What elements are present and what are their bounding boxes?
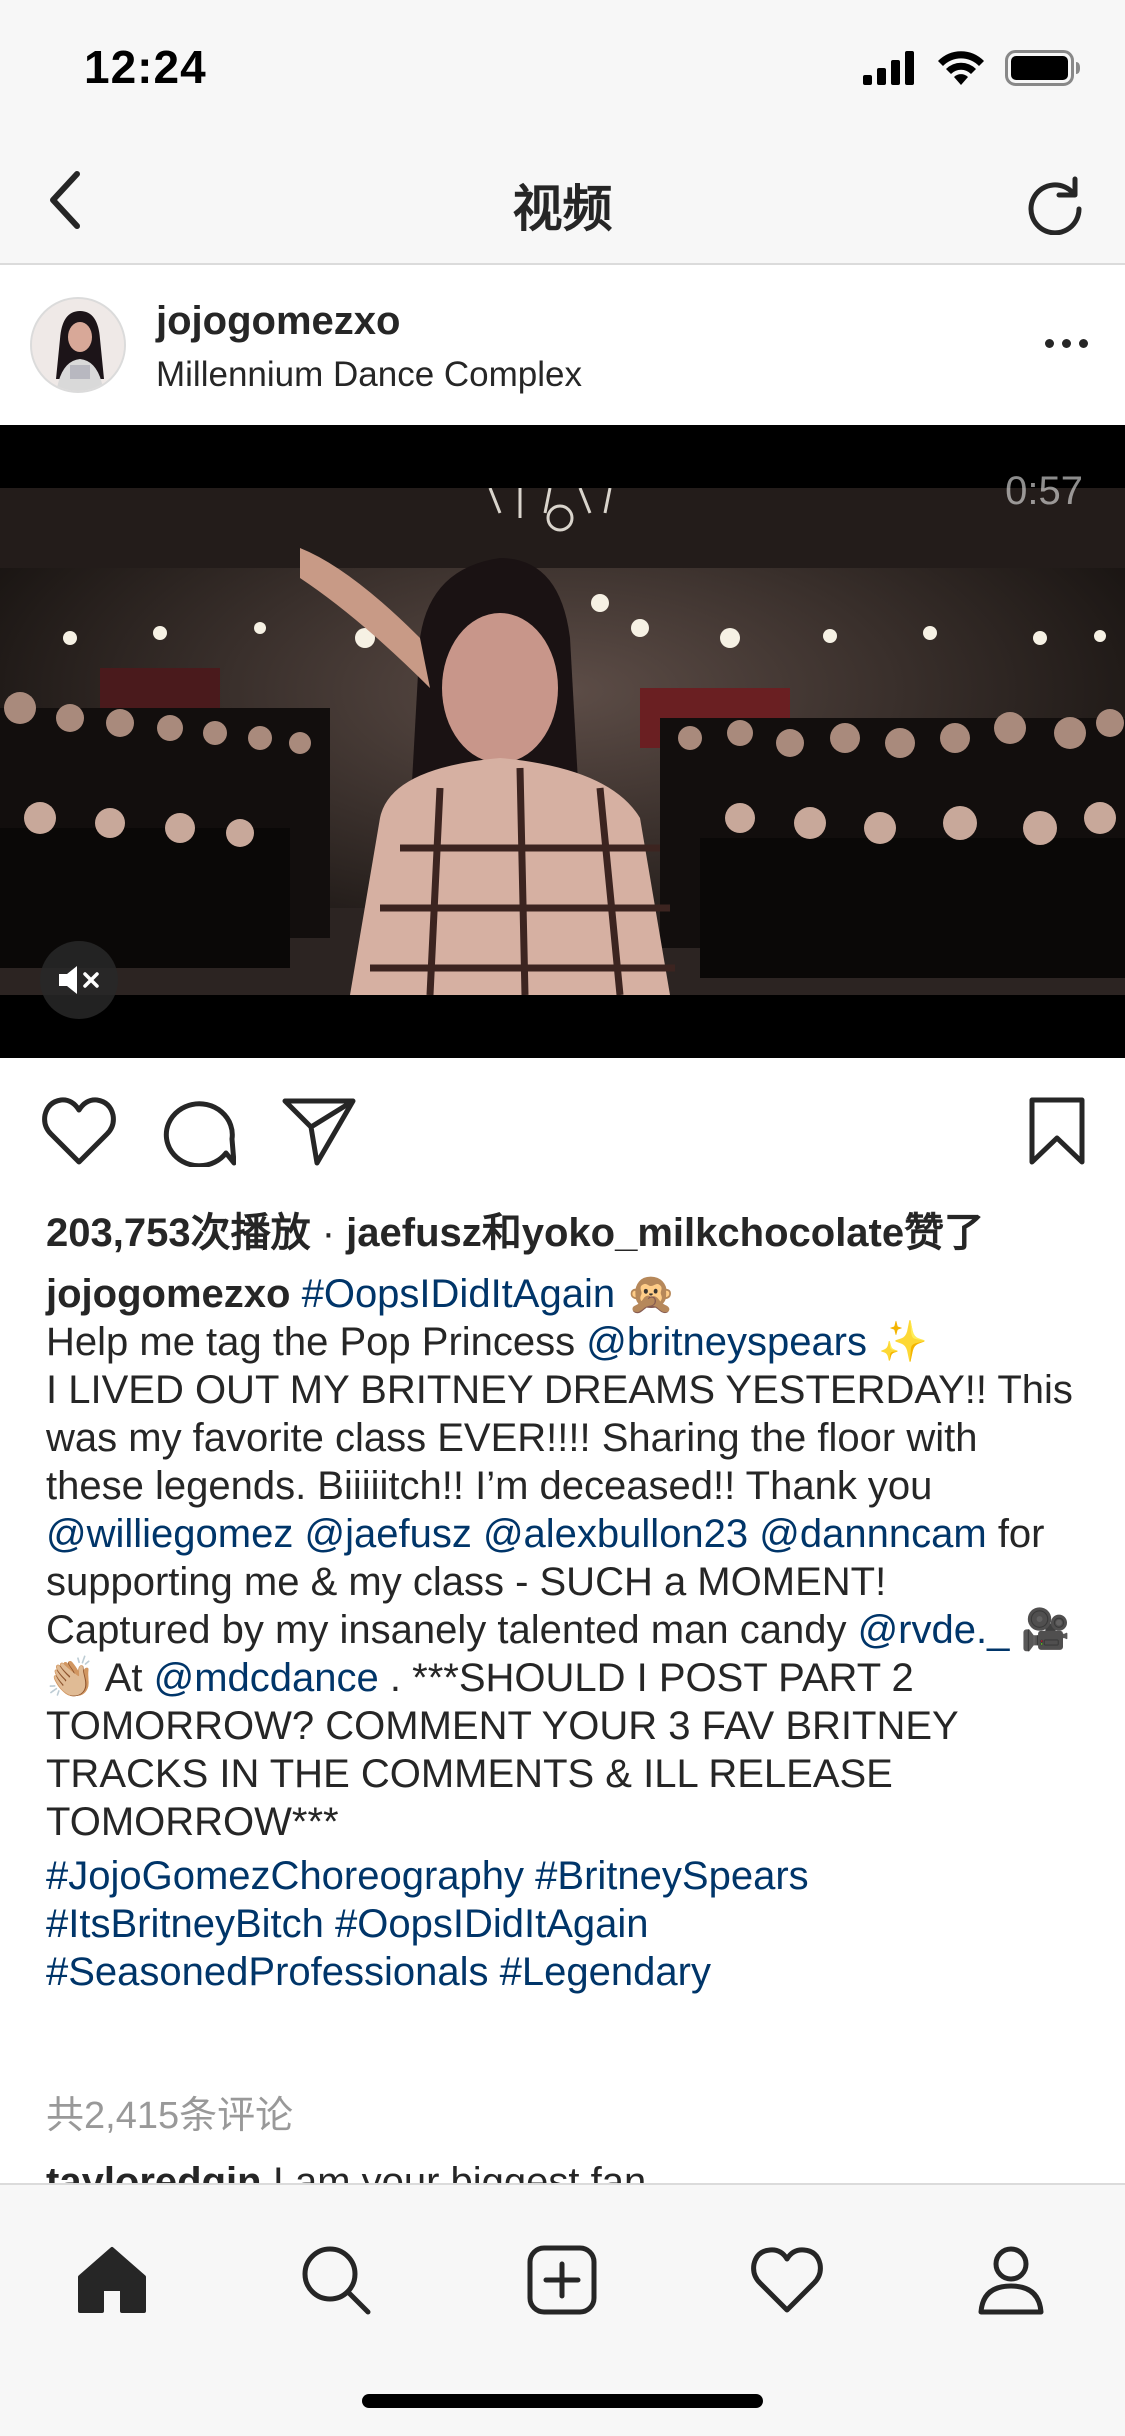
nav-bar: 视频	[0, 135, 1125, 265]
more-dot-icon	[1078, 338, 1088, 348]
post-location[interactable]: Millennium Dance Complex	[156, 355, 582, 395]
caption-author[interactable]: jojogomezxo	[46, 1272, 290, 1316]
heart-icon	[42, 1097, 116, 1165]
caption-line: jojogomezxo #OopsIDidItAgain 🙊	[46, 1270, 1086, 1318]
mention-link[interactable]: @alexbullon23	[483, 1512, 748, 1556]
search-icon	[302, 2246, 371, 2315]
activity-heart-icon	[751, 2247, 823, 2313]
post-actions	[0, 1090, 1125, 1172]
mute-toggle-button[interactable]	[40, 941, 118, 1019]
video-still-image	[0, 488, 1125, 995]
tab-home[interactable]	[67, 2235, 157, 2325]
post-header: jojogomezxo Millennium Dance Complex	[0, 267, 1125, 425]
views-and-likes: 203,753次播放 · jaefusz和yoko_milkchocolate赞…	[46, 1200, 984, 1258]
avatar[interactable]	[30, 297, 126, 393]
post-username[interactable]: jojogomezxo	[156, 299, 400, 344]
tab-new-post[interactable]	[517, 2235, 607, 2325]
refresh-button[interactable]	[1015, 165, 1095, 245]
more-options-button[interactable]	[1031, 313, 1101, 373]
and-text: 和	[481, 1211, 522, 1255]
liked-by-user-link[interactable]: yoko_milkchocolate	[522, 1211, 904, 1255]
caption-text: At	[95, 1656, 154, 1700]
share-button[interactable]	[278, 1090, 360, 1172]
tab-activity[interactable]	[742, 2235, 832, 2325]
liked-suffix: 赞了	[904, 1211, 985, 1255]
home-icon	[78, 2247, 146, 2313]
hashtag-link[interactable]: #JojoGomezChoreography	[46, 1854, 524, 1898]
post-caption: jojogomezxo #OopsIDidItAgain 🙊 Help me t…	[46, 1270, 1086, 1996]
hashtag-link[interactable]: #Legendary	[500, 1950, 711, 1994]
mention-link[interactable]: @rvde._	[858, 1608, 1010, 1652]
caption-text: I LIVED OUT MY BRITNEY DREAMS YESTERDAY!…	[46, 1368, 1073, 1508]
mention-link[interactable]: @dannncam	[759, 1512, 986, 1556]
signal-icon	[863, 51, 914, 85]
status-icons	[863, 50, 1081, 86]
status-time: 12:24	[84, 41, 207, 93]
refresh-icon	[1028, 176, 1082, 235]
avatar-image	[32, 299, 124, 391]
tab-profile[interactable]	[966, 2235, 1056, 2325]
bookmark-icon	[1029, 1097, 1085, 1165]
mention-link[interactable]: @britneyspears	[586, 1320, 867, 1364]
more-dot-icon	[1061, 338, 1071, 348]
hashtag-link[interactable]: #SeasonedProfessionals	[46, 1950, 489, 1994]
more-dot-icon	[1044, 338, 1054, 348]
caption-paragraph: Captured by my insanely talented man can…	[46, 1606, 1086, 1846]
speaker-muted-icon	[59, 966, 99, 994]
emoji: 🙊	[626, 1272, 677, 1316]
liked-by-user-link[interactable]: jaefusz	[346, 1211, 482, 1255]
emoji: ✨	[878, 1320, 928, 1364]
like-button[interactable]	[38, 1090, 120, 1172]
comment-button[interactable]	[158, 1090, 240, 1172]
profile-icon	[978, 2246, 1044, 2315]
battery-icon	[1005, 50, 1080, 86]
wifi-icon	[938, 51, 984, 85]
hashtag-link[interactable]: #OopsIDidItAgain	[302, 1272, 616, 1316]
mention-link[interactable]: @mdcdance	[154, 1656, 379, 1700]
hashtag-link[interactable]: #OopsIDidItAgain	[335, 1902, 649, 1946]
caption-text: Captured by my insanely talented man can…	[46, 1608, 858, 1652]
status-bar: 12:24	[0, 0, 1125, 135]
view-all-comments-link[interactable]: 共2,415条评论	[46, 2084, 293, 2139]
mention-link[interactable]: @jaefusz	[304, 1512, 471, 1556]
page-title: 视频	[512, 181, 613, 237]
add-post-icon	[527, 2245, 597, 2315]
hashtag-link[interactable]: #BritneySpears	[535, 1854, 808, 1898]
hashtag-link[interactable]: #ItsBritneyBitch	[46, 1902, 324, 1946]
caption-line: Help me tag the Pop Princess @britneyspe…	[46, 1318, 1086, 1366]
save-button[interactable]	[1016, 1090, 1098, 1172]
comment-bubble-icon	[163, 1101, 236, 1167]
home-indicator	[362, 2394, 763, 2408]
caption-text: Help me tag the Pop Princess	[46, 1320, 587, 1364]
view-count: 203,753次播放	[46, 1211, 311, 1255]
mention-link[interactable]: @williegomez	[46, 1512, 293, 1556]
tab-search[interactable]	[291, 2235, 381, 2325]
caption-paragraph: I LIVED OUT MY BRITNEY DREAMS YESTERDAY!…	[46, 1366, 1086, 1606]
post-video[interactable]: 0:57	[0, 425, 1125, 1058]
paper-plane-icon	[282, 1098, 356, 1166]
caption-hashtags: #JojoGomezChoreography #BritneySpears #I…	[46, 1852, 1086, 1996]
video-duration: 0:57	[1005, 469, 1083, 513]
separator: ·	[310, 1211, 347, 1255]
video-frame	[0, 488, 1125, 995]
